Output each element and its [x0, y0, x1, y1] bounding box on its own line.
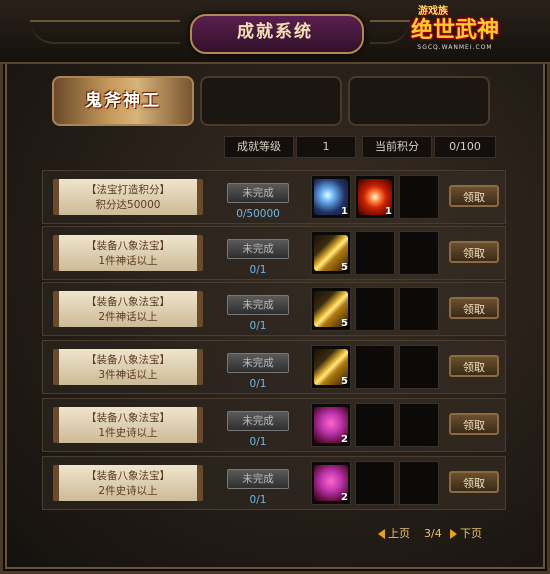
achievement-row: 【装备八象法宝】 2件史诗以上 未完成 0/1 2 领取: [42, 456, 506, 510]
achievement-row: 【装备八象法宝】 2件神话以上 未完成 0/1 5 领取: [42, 282, 506, 336]
claim-button[interactable]: 领取: [449, 471, 499, 493]
logo-url: SGCQ.WANMEI.COM: [417, 44, 493, 51]
achievement-scroll: 【装备八象法宝】 2件史诗以上: [53, 465, 203, 501]
next-page-button[interactable]: 下页: [460, 526, 482, 542]
reward-slot[interactable]: 1: [311, 175, 351, 219]
reward-slot[interactable]: [355, 345, 395, 389]
progress-bar: [213, 332, 305, 334]
progress-bar: [213, 448, 305, 450]
reward-slot[interactable]: [399, 175, 439, 219]
reward-slot[interactable]: 2: [311, 403, 351, 447]
item-count: 2: [341, 434, 348, 445]
status-badge: 未完成: [227, 239, 289, 259]
achievement-scroll: 【装备八象法宝】 2件神话以上: [53, 291, 203, 327]
score-label: 当前积分: [362, 136, 432, 158]
item-count: 2: [341, 492, 348, 503]
reward-slot[interactable]: 5: [311, 287, 351, 331]
tab-label: 鬼斧神工: [85, 91, 161, 111]
achievement-title: 【装备八象法宝】: [86, 296, 170, 308]
status-badge: 未完成: [227, 353, 289, 373]
item-count: 1: [385, 206, 392, 217]
achievement-requirement: 积分达50000: [95, 199, 161, 211]
prev-page-button[interactable]: 上页: [388, 526, 410, 542]
achievement-requirement: 1件史诗以上: [98, 427, 158, 439]
reward-slot[interactable]: 5: [311, 345, 351, 389]
level-label: 成就等级: [224, 136, 294, 158]
reward-slot[interactable]: [399, 345, 439, 389]
title-bar: 成就系统 游戏族 绝世武神 SGCQ.WANMEI.COM: [0, 0, 550, 64]
status-badge: 未完成: [227, 295, 289, 315]
reward-slot[interactable]: [399, 231, 439, 275]
next-arrow-icon[interactable]: [450, 529, 457, 539]
progress-text: 0/1: [249, 436, 267, 448]
achievement-requirement: 3件神话以上: [98, 369, 158, 381]
item-count: 1: [341, 206, 348, 217]
item-count: 5: [341, 318, 348, 329]
progress-bar: [213, 390, 305, 392]
achievement-row: 【法宝打造积分】 积分达50000 未完成 0/50000 1 1 领取: [42, 170, 506, 224]
reward-slot[interactable]: [355, 287, 395, 331]
page-indicator: 3/4: [424, 527, 442, 540]
claim-button[interactable]: 领取: [449, 185, 499, 207]
status-badge: 未完成: [227, 411, 289, 431]
progress-text: 0/1: [249, 494, 267, 506]
achievement-row: 【装备八象法宝】 1件神话以上 未完成 0/1 5 领取: [42, 226, 506, 280]
achievement-scroll: 【装备八象法宝】 1件史诗以上: [53, 407, 203, 443]
window-title: 成就系统: [237, 22, 313, 42]
achievement-scroll: 【装备八象法宝】 1件神话以上: [53, 235, 203, 271]
item-count: 5: [341, 376, 348, 387]
item-count: 5: [341, 262, 348, 273]
status-badge: 未完成: [227, 183, 289, 203]
reward-slot[interactable]: [399, 461, 439, 505]
achievement-scroll: 【装备八象法宝】 3件神话以上: [53, 349, 203, 385]
reward-slot[interactable]: [399, 287, 439, 331]
claim-button[interactable]: 领取: [449, 297, 499, 319]
achievement-requirement: 2件神话以上: [98, 311, 158, 323]
progress-bar: [213, 276, 305, 278]
score-value: 0/100: [434, 136, 496, 158]
reward-slot[interactable]: [355, 403, 395, 447]
tab-label: [350, 78, 488, 124]
game-logo: 游戏族 绝世武神 SGCQ.WANMEI.COM: [400, 4, 510, 58]
achievement-title: 【装备八象法宝】: [86, 354, 170, 366]
achievement-row: 【装备八象法宝】 3件神话以上 未完成 0/1 5 领取: [42, 340, 506, 394]
reward-slot[interactable]: 1: [355, 175, 395, 219]
reward-slot[interactable]: [399, 403, 439, 447]
achievement-title: 【法宝打造积分】: [86, 184, 170, 196]
reward-slot[interactable]: 2: [311, 461, 351, 505]
reward-slot[interactable]: 5: [311, 231, 351, 275]
progress-text: 0/1: [249, 264, 267, 276]
achievement-requirement: 2件史诗以上: [98, 485, 158, 497]
progress-bar: [213, 506, 305, 508]
reward-slot[interactable]: [355, 231, 395, 275]
progress-text: 0/1: [249, 320, 267, 332]
tab-empty-2[interactable]: [200, 76, 342, 126]
prev-arrow-icon[interactable]: [378, 529, 385, 539]
achievement-requirement: 1件神话以上: [98, 255, 158, 267]
tab-label: [202, 78, 340, 124]
status-badge: 未完成: [227, 469, 289, 489]
title-ornament-left: [30, 20, 180, 44]
level-value: 1: [296, 136, 356, 158]
progress-text: 0/1: [249, 378, 267, 390]
claim-button[interactable]: 领取: [449, 413, 499, 435]
achievement-row: 【装备八象法宝】 1件史诗以上 未完成 0/1 2 领取: [42, 398, 506, 452]
achievement-title: 【装备八象法宝】: [86, 412, 170, 424]
reward-slot[interactable]: [355, 461, 395, 505]
tab-gui-fu-shen-gong[interactable]: 鬼斧神工: [52, 76, 194, 126]
claim-button[interactable]: 领取: [449, 241, 499, 263]
claim-button[interactable]: 领取: [449, 355, 499, 377]
progress-bar: [213, 220, 305, 222]
progress-text: 0/50000: [236, 208, 280, 220]
achievement-title: 【装备八象法宝】: [86, 240, 170, 252]
logo-main-text: 绝世武神: [410, 17, 499, 43]
tab-empty-3[interactable]: [348, 76, 490, 126]
achievement-title: 【装备八象法宝】: [86, 470, 170, 482]
achievement-scroll: 【法宝打造积分】 积分达50000: [53, 179, 203, 215]
